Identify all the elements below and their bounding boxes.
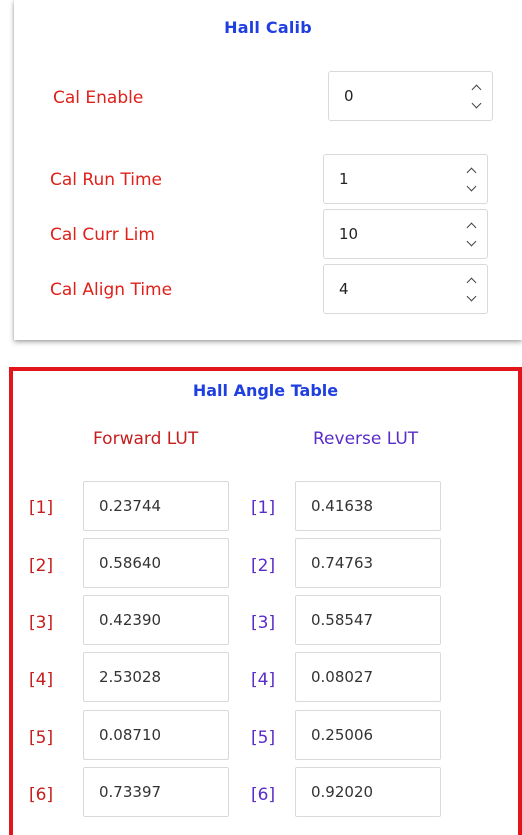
forward-index-1: [1] xyxy=(29,498,54,518)
hall-angle-table-title: Hall Angle Table xyxy=(192,381,339,400)
reverse-lut-field-2[interactable] xyxy=(295,538,441,588)
forward-lut-field-1[interactable] xyxy=(83,481,229,531)
chevron-up-icon[interactable] xyxy=(470,82,482,94)
cal-curr-lim-label: Cal Curr Lim xyxy=(50,225,155,245)
hall-angle-table-panel: Hall Angle Table Forward LUT Reverse LUT… xyxy=(9,367,522,835)
reverse-index-4: [4] xyxy=(251,670,276,690)
chevron-down-icon[interactable] xyxy=(465,293,477,305)
cal-curr-lim-spinbox[interactable] xyxy=(323,209,488,259)
reverse-lut-field-3[interactable] xyxy=(295,595,441,645)
reverse-lut-header: Reverse LUT xyxy=(313,429,419,449)
forward-lut-field-5[interactable] xyxy=(83,710,229,760)
forward-lut-field-6[interactable] xyxy=(83,767,229,817)
reverse-lut-input-4[interactable] xyxy=(296,653,440,701)
reverse-index-3: [3] xyxy=(251,613,276,633)
chevron-down-icon[interactable] xyxy=(470,100,482,112)
cal-run-time-stepper[interactable] xyxy=(465,163,477,197)
reverse-index-5: [5] xyxy=(251,728,276,748)
cal-run-time-input[interactable] xyxy=(324,155,459,203)
reverse-lut-input-2[interactable] xyxy=(296,539,440,587)
reverse-index-1: [1] xyxy=(251,498,276,518)
reverse-index-6: [6] xyxy=(251,785,276,805)
reverse-index-2: [2] xyxy=(251,556,276,576)
forward-lut-field-4[interactable] xyxy=(83,652,229,702)
hall-calib-panel: Hall Calib Cal Enable Cal Run Time Cal C… xyxy=(14,0,522,340)
chevron-down-icon[interactable] xyxy=(465,238,477,250)
cal-align-time-stepper[interactable] xyxy=(465,273,477,307)
cal-enable-stepper[interactable] xyxy=(470,80,482,114)
forward-index-6: [6] xyxy=(29,785,54,805)
forward-lut-field-2[interactable] xyxy=(83,538,229,588)
forward-index-2: [2] xyxy=(29,556,54,576)
cal-align-time-spinbox[interactable] xyxy=(323,264,488,314)
cal-curr-lim-input[interactable] xyxy=(324,210,459,258)
chevron-up-icon[interactable] xyxy=(465,220,477,232)
cal-enable-label: Cal Enable xyxy=(53,88,144,108)
forward-lut-input-6[interactable] xyxy=(84,768,228,816)
reverse-lut-input-6[interactable] xyxy=(296,768,440,816)
forward-lut-input-4[interactable] xyxy=(84,653,228,701)
forward-lut-input-1[interactable] xyxy=(84,482,228,530)
cal-align-time-label: Cal Align Time xyxy=(50,280,173,300)
cal-align-time-input[interactable] xyxy=(324,265,459,313)
forward-lut-input-3[interactable] xyxy=(84,596,228,644)
forward-lut-header: Forward LUT xyxy=(93,429,199,449)
cal-run-time-spinbox[interactable] xyxy=(323,154,488,204)
cal-enable-input[interactable] xyxy=(329,72,464,120)
hall-calib-title: Hall Calib xyxy=(224,18,312,37)
forward-index-4: [4] xyxy=(29,670,54,690)
cal-enable-spinbox[interactable] xyxy=(328,71,493,121)
forward-lut-field-3[interactable] xyxy=(83,595,229,645)
reverse-lut-field-1[interactable] xyxy=(295,481,441,531)
reverse-lut-field-5[interactable] xyxy=(295,710,441,760)
forward-lut-input-2[interactable] xyxy=(84,539,228,587)
reverse-lut-field-4[interactable] xyxy=(295,652,441,702)
chevron-up-icon[interactable] xyxy=(465,165,477,177)
cal-run-time-label: Cal Run Time xyxy=(50,170,163,190)
cal-curr-lim-stepper[interactable] xyxy=(465,218,477,252)
reverse-lut-input-5[interactable] xyxy=(296,711,440,759)
reverse-lut-input-3[interactable] xyxy=(296,596,440,644)
forward-lut-input-5[interactable] xyxy=(84,711,228,759)
chevron-up-icon[interactable] xyxy=(465,275,477,287)
chevron-down-icon[interactable] xyxy=(465,183,477,195)
forward-index-3: [3] xyxy=(29,613,54,633)
forward-index-5: [5] xyxy=(29,728,54,748)
reverse-lut-input-1[interactable] xyxy=(296,482,440,530)
reverse-lut-field-6[interactable] xyxy=(295,767,441,817)
